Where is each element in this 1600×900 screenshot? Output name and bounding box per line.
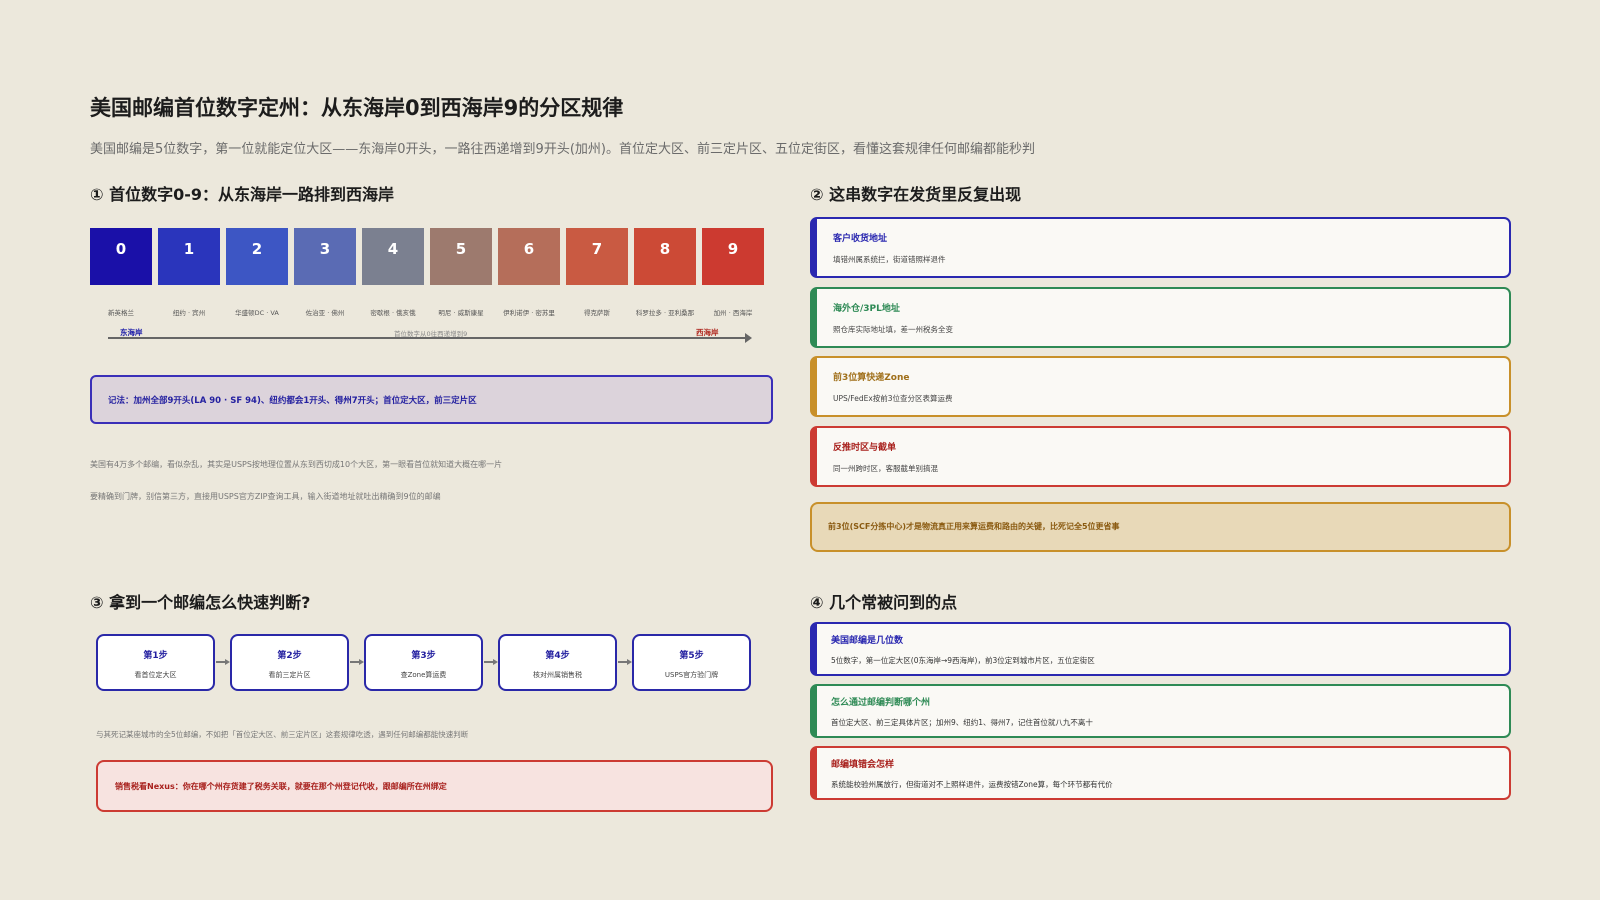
digit-region-label: 伊利诺伊 · 密苏里 — [503, 309, 555, 317]
step-5: 第5步 USPS官方验门牌 — [632, 634, 751, 691]
page-title: 美国邮编首位数字定州：从东海岸0到西海岸9的分区规律 — [90, 96, 624, 120]
axis-west-label: 西海岸 — [696, 328, 719, 337]
usage-card-title: 前3位算快递Zone — [833, 373, 910, 383]
usage-card-zone: 前3位算快递Zone UPS/FedEx按前3位查分区表算运费 — [810, 356, 1511, 417]
usage-card-subtitle: 照仓库实际地址填，差一州税务全变 — [833, 325, 953, 334]
digit-box-2: 2 — [226, 228, 288, 285]
step-3: 第3步 查Zone算运费 — [364, 634, 483, 691]
digit-box-8: 8 — [634, 228, 696, 285]
digit-region-label: 华盛顿DC · VA — [235, 309, 279, 317]
faq-answer: 首位定大区、前三定具体片区；加州9、纽约1、得州7，记住首位就八九不离十 — [831, 718, 1093, 727]
step-2: 第2步 看前三定片区 — [230, 634, 349, 691]
page-subtitle: 美国邮编是5位数字，第一位就能定位大区——东海岸0开头，一路往西递增到9开头(加… — [90, 142, 1035, 157]
digit-box-9: 9 — [702, 228, 764, 285]
axis-middle-label: 首位数字从0往西递增到9 — [394, 330, 468, 338]
digit-box-6: 6 — [498, 228, 560, 285]
digit-box-4: 4 — [362, 228, 424, 285]
digit-region-label: 佐治亚 · 佛州 — [305, 309, 345, 317]
digit-region-label: 加州 · 西海岸 — [713, 309, 753, 317]
section1-note-1: 美国有4万多个邮编，看似杂乱，其实是USPS按地理位置从东到西切成10个大区，第… — [90, 460, 503, 469]
nexus-warning-box: 销售税看Nexus：你在哪个州存货建了税务关联，就要在那个州登记代收，跟邮编所在… — [96, 760, 773, 812]
digit-box-5: 5 — [430, 228, 492, 285]
usage-card-subtitle: 填错州属系统拦，街道错照样退件 — [833, 255, 946, 264]
usage-card-timezone: 反推时区与截单 同一州跨时区，客服截单别搞混 — [810, 426, 1511, 487]
digit-region-label: 得克萨斯 — [584, 309, 610, 317]
faq-question: 怎么通过邮编判断哪个州 — [831, 698, 931, 708]
usage-card-title: 客户收货地址 — [833, 234, 888, 244]
usage-card-subtitle: UPS/FedEx按前3位查分区表算运费 — [833, 394, 953, 403]
step-title: 第5步 — [679, 651, 704, 661]
faq-answer: 5位数字，第一位定大区(0东海岸→9西海岸)，前3位定到城市片区，五位定街区 — [831, 656, 1095, 665]
mnemonic-box: 记法：加州全部9开头(LA 90 · SF 94)、纽约都会1开头、得州7开头；… — [90, 375, 773, 424]
step-subtitle: 查Zone算运费 — [400, 671, 447, 679]
step-title: 第1步 — [143, 651, 168, 661]
usage-card-subtitle: 同一州跨时区，客服截单别搞混 — [833, 464, 938, 473]
usage-card-title: 海外仓/3PL地址 — [833, 304, 900, 314]
digit-region-label: 明尼 · 威斯康星 — [438, 309, 484, 317]
digit-box-3: 3 — [294, 228, 356, 285]
faq-question: 邮编填错会怎样 — [831, 760, 895, 770]
step-4: 第4步 核对州属销售税 — [498, 634, 617, 691]
step-subtitle: USPS官方验门牌 — [664, 671, 719, 679]
section1-note-2: 要精确到门牌，别信第三方，直接用USPS官方ZIP查询工具，输入街道地址就吐出精… — [90, 492, 441, 501]
scf-warning-box: 前3位(SCF分拣中心)才是物流真正用来算运费和路由的关键，比死记全5位更省事 — [810, 502, 1511, 552]
usage-card-title: 反推时区与截单 — [833, 443, 897, 453]
digit-region-label: 科罗拉多 · 亚利桑那 — [635, 309, 695, 317]
faq-item-digits: 美国邮编是几位数 5位数字，第一位定大区(0东海岸→9西海岸)，前3位定到城市片… — [810, 622, 1511, 676]
faq-item-state: 怎么通过邮编判断哪个州 首位定大区、前三定具体片区；加州9、纽约1、得州7，记住… — [810, 684, 1511, 738]
section4-heading: ④ 几个常被问到的点 — [810, 593, 958, 612]
axis-east-label: 东海岸 — [120, 328, 143, 337]
digit-region-label: 密歇根 · 俄亥俄 — [370, 309, 416, 317]
section1-heading: ① 首位数字0-9：从东海岸一路排到西海岸 — [90, 185, 395, 204]
digit-region-label: 新英格兰 — [108, 309, 134, 317]
faq-question: 美国邮编是几位数 — [831, 636, 904, 646]
step-title: 第2步 — [277, 651, 302, 661]
usage-card-customer-address: 客户收货地址 填错州属系统拦，街道错照样退件 — [810, 217, 1511, 278]
digit-box-7: 7 — [566, 228, 628, 285]
step-subtitle: 看首位定大区 — [134, 671, 177, 679]
usage-card-warehouse-address: 海外仓/3PL地址 照仓库实际地址填，差一州税务全变 — [810, 287, 1511, 348]
step-title: 第3步 — [411, 651, 436, 661]
faq-answer: 系统能校验州属放行，但街道对不上照样退件，运费按错Zone算，每个环节都有代价 — [831, 780, 1113, 789]
section2-heading: ② 这串数字在发货里反复出现 — [810, 185, 1022, 204]
digit-region-label: 纽约 · 宾州 — [172, 309, 206, 317]
step-subtitle: 核对州属销售税 — [533, 671, 582, 679]
section3-note: 与其死记某座城市的全5位邮编，不如把「首位定大区、前三定片区」这套规律吃透，遇到… — [96, 730, 469, 739]
step-subtitle: 看前三定片区 — [268, 671, 311, 679]
digit-box-0: 0 — [90, 228, 152, 285]
step-title: 第4步 — [545, 651, 570, 661]
axis-arrow-icon — [745, 333, 752, 343]
faq-item-wrong: 邮编填错会怎样 系统能校验州属放行，但街道对不上照样退件，运费按错Zone算，每… — [810, 746, 1511, 800]
digit-box-1: 1 — [158, 228, 220, 285]
section3-heading: ③ 拿到一个邮编怎么快速判断? — [90, 593, 311, 612]
step-1: 第1步 看首位定大区 — [96, 634, 215, 691]
